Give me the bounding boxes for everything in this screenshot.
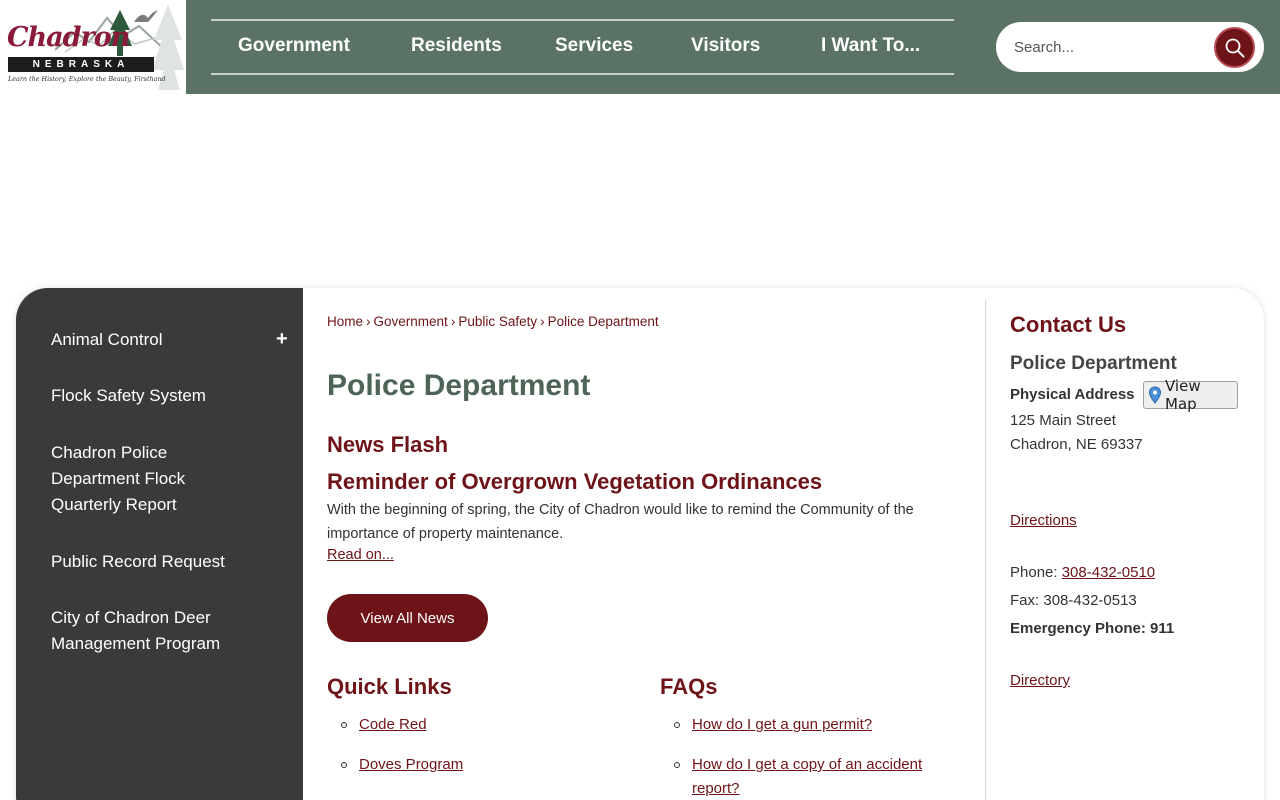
main-navigation: Government Residents Services Visitors I… — [211, 19, 954, 75]
faqs-list: How do I get a gun permit? How do I get … — [660, 713, 960, 800]
nav-services[interactable]: Services — [555, 35, 633, 57]
quick-links-list: Code Red Doves Program — [327, 713, 463, 777]
directions-row: Directions — [1010, 512, 1077, 529]
breadcrumb-separator: › — [366, 314, 371, 329]
fax-row: Fax: 308-432-0513 — [1010, 592, 1137, 609]
faqs-heading: FAQs — [660, 674, 718, 699]
read-on-link[interactable]: Read on... — [327, 547, 394, 563]
content-panel: Animal Control + Flock Safety System Cha… — [16, 288, 1264, 800]
sidebar-item-flock-report[interactable]: Chadron Police Department Flock Quarterl… — [51, 440, 221, 518]
view-all-news-button[interactable]: View All News — [327, 594, 488, 642]
nav-visitors[interactable]: Visitors — [691, 35, 760, 57]
sidebar: Animal Control + Flock Safety System Cha… — [16, 288, 303, 800]
directory-link[interactable]: Directory — [1010, 672, 1070, 689]
news-item-title[interactable]: Reminder of Overgrown Vegetation Ordinan… — [327, 469, 822, 495]
logo-wordmark: Chadron — [7, 22, 130, 53]
quick-links-heading: Quick Links — [327, 674, 452, 699]
sidebar-item-deer-program[interactable]: City of Chadron Deer Management Program — [51, 605, 241, 657]
phone-row: Phone: 308-432-0510 — [1010, 564, 1155, 581]
breadcrumb: Home › Government › Public Safety › Police Dep… — [327, 314, 659, 329]
phone-link[interactable]: 308-432-0510 — [1062, 564, 1155, 581]
quick-link-doves-program[interactable]: Doves Program — [359, 756, 463, 773]
search-box — [996, 22, 1264, 72]
page-title: Police Department — [327, 369, 591, 402]
logo-tagline: Learn the History, Explore the Beauty, F… — [8, 75, 166, 83]
bird-icon — [134, 10, 158, 22]
fax-label: Fax: — [1010, 592, 1040, 609]
list-item: How do I get a copy of an accident repor… — [660, 753, 960, 800]
map-pin-icon — [1148, 386, 1162, 404]
fax-number: 308-432-0513 — [1043, 592, 1137, 609]
address-line-1: 125 Main Street — [1010, 412, 1116, 429]
breadcrumb-police-department[interactable]: Police Department — [548, 314, 659, 329]
view-map-button[interactable]: View Map — [1143, 377, 1238, 413]
nav-government[interactable]: Government — [238, 35, 350, 57]
news-item-body: With the beginning of spring, the City o… — [327, 502, 914, 542]
list-item: Code Red — [327, 713, 463, 737]
logo-state-label: NEBRASKA — [8, 57, 154, 72]
physical-address-label: Physical Address — [1010, 386, 1135, 403]
breadcrumb-public-safety[interactable]: Public Safety — [458, 314, 537, 329]
site-header: Chadron NEBRASKA Learn the History, Expl… — [0, 0, 1280, 94]
expand-plus-icon[interactable]: + — [276, 328, 288, 351]
sidebar-item-public-record[interactable]: Public Record Request — [51, 549, 251, 575]
contact-us-heading: Contact Us — [1010, 312, 1127, 337]
view-map-label: View Map — [1165, 377, 1201, 413]
breadcrumb-government[interactable]: Government — [374, 314, 448, 329]
news-flash-heading: News Flash — [327, 432, 449, 457]
directions-link[interactable]: Directions — [1010, 512, 1077, 529]
sidebar-item-flock-safety[interactable]: Flock Safety System — [51, 383, 251, 409]
nav-i-want-to[interactable]: I Want To... — [821, 35, 920, 57]
site-logo[interactable]: Chadron NEBRASKA Learn the History, Expl… — [0, 0, 186, 94]
quick-link-code-red[interactable]: Code Red — [359, 716, 427, 733]
list-item: Doves Program — [327, 753, 463, 777]
phone-label: Phone: — [1010, 564, 1058, 581]
contact-department: Police Department — [1010, 353, 1177, 374]
faq-gun-permit[interactable]: How do I get a gun permit? — [692, 716, 872, 733]
sidebar-item-animal-control[interactable]: Animal Control — [51, 327, 251, 353]
breadcrumb-home[interactable]: Home — [327, 314, 363, 329]
search-button[interactable] — [1214, 27, 1255, 68]
breadcrumb-separator: › — [540, 314, 545, 329]
faq-accident-report[interactable]: How do I get a copy of an accident repor… — [692, 756, 922, 797]
column-divider — [985, 300, 986, 800]
directory-row: Directory — [1010, 672, 1070, 689]
emergency-phone: Emergency Phone: 911 — [1010, 620, 1175, 637]
search-icon — [1225, 38, 1244, 57]
list-item: How do I get a gun permit? — [660, 713, 960, 737]
search-input[interactable] — [1014, 35, 1204, 59]
breadcrumb-separator: › — [450, 314, 456, 329]
nav-residents[interactable]: Residents — [411, 35, 502, 57]
address-line-2: Chadron, NE 69337 — [1010, 436, 1143, 453]
